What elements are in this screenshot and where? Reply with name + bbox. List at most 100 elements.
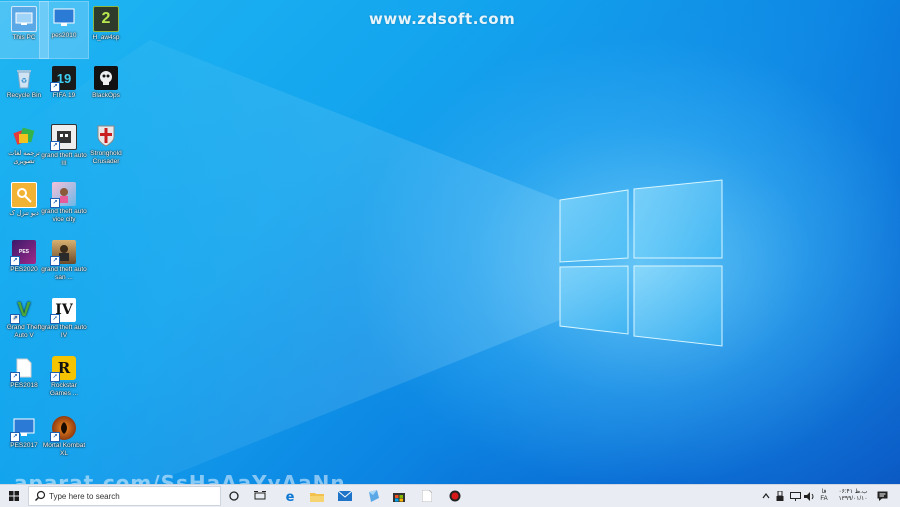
desktop-icon-gta-san-andreas[interactable]: ↗ grand theft auto san ...: [40, 236, 88, 292]
task-view-icon: [254, 491, 266, 500]
pes2017-icon: ↗: [10, 416, 36, 442]
dictionary-icon: [12, 124, 36, 148]
clock[interactable]: ۰۶:۴۱ ب.ظ ۱۳۹۹/۰۱/۱۰: [834, 485, 872, 507]
logo-pane-bottom-left: [559, 265, 629, 335]
desktop-icon-mortal-kombat[interactable]: ↗ Mortal Kombat XL: [40, 412, 88, 468]
store-button[interactable]: [388, 485, 410, 507]
desktop-icon-label: pes2010: [51, 32, 77, 39]
desktop-icon-pes2010[interactable]: pes2010: [39, 1, 89, 59]
taskbar: e فا FA ۰۶:۴۱ ب.ظ ۱۳۹۹/۰۱/۱۰: [0, 484, 900, 507]
cortana-button[interactable]: [224, 485, 244, 507]
desktop-icon-rockstar-games[interactable]: R ↗ Rockstar Games ...: [40, 352, 88, 408]
halo-icon: 2: [93, 6, 119, 32]
desktop-icon-label: H_aw4sp: [92, 34, 120, 41]
desktop-icon-label: grand theft auto IV: [41, 324, 87, 339]
overlay-watermark: aparat.com/SsHaAaYyAaNn: [14, 471, 344, 484]
document-button[interactable]: [416, 485, 438, 507]
gta-vice-city-icon: ↗: [50, 182, 76, 208]
black-ops-icon: [94, 66, 118, 90]
document-icon: [422, 490, 432, 502]
mail-button[interactable]: [334, 485, 356, 507]
cortana-circle-icon: [229, 491, 239, 501]
network-icon: [789, 491, 801, 501]
shortcut-arrow-icon: ↗: [50, 198, 60, 208]
svg-text:e: e: [286, 490, 295, 502]
task-view-button[interactable]: [250, 485, 270, 507]
app-icon: [369, 490, 379, 502]
record-icon: [449, 490, 461, 502]
gta-san-andreas-icon: ↗: [50, 240, 76, 266]
edge-button[interactable]: e: [280, 485, 300, 507]
key-icon: [11, 182, 37, 208]
desktop-icon-gta4[interactable]: IV ↗ grand theft auto IV: [40, 294, 88, 350]
tray-usb-icon: [776, 491, 784, 501]
search-input[interactable]: [49, 491, 209, 501]
tray-network-button[interactable]: [774, 485, 786, 507]
show-hidden-icons-button[interactable]: [760, 485, 772, 507]
store-icon: [393, 493, 405, 502]
clock-time: ۰۶:۴۱ ب.ظ: [838, 489, 868, 495]
logo-pane-bottom-right: [633, 265, 723, 347]
logo-pane-top-right: [633, 179, 723, 259]
recycle-bin-icon: ♻: [12, 66, 36, 90]
fifa-icon: 19 ↗: [50, 66, 76, 92]
shortcut-arrow-icon: ↗: [50, 314, 60, 324]
gta5-icon: V ↗: [10, 298, 36, 324]
shortcut-arrow-icon: ↗: [50, 372, 60, 382]
logo-pane-top-left: [559, 189, 629, 263]
desktop[interactable]: www.zdsoft.com This PC ♻ Recycle Bin ترج…: [0, 0, 900, 484]
gta4-icon: IV ↗: [50, 298, 76, 324]
shortcut-arrow-icon: ↗: [50, 256, 60, 266]
shortcut-arrow-icon: ↗: [10, 372, 20, 382]
language-indicator[interactable]: فا FA: [816, 485, 832, 507]
watermark-text: www.zdsoft.com: [369, 10, 516, 28]
mortal-kombat-icon: ↗: [50, 416, 76, 442]
action-center-button[interactable]: [874, 485, 890, 507]
shortcut-arrow-icon: ↗: [10, 314, 20, 324]
language-code: FA: [820, 496, 828, 502]
app-button[interactable]: [362, 485, 384, 507]
windows-start-icon: [9, 491, 19, 501]
clock-date: ۱۳۹۹/۰۱/۱۰: [838, 496, 868, 502]
gta3-icon: ↗: [50, 124, 77, 151]
rockstar-icon: R ↗: [50, 356, 76, 382]
stronghold-icon: [94, 124, 118, 148]
shortcut-arrow-icon: ↗: [50, 432, 60, 442]
pes2020-icon: PES ↗: [10, 240, 36, 266]
chevron-up-icon: [762, 493, 770, 499]
desktop-icon-halo[interactable]: 2 H_aw4sp: [82, 2, 130, 58]
desktop-icon-black-ops[interactable]: BlackOps: [82, 62, 130, 118]
shortcut-arrow-icon: ↗: [10, 432, 20, 442]
desktop-icon-label: BlackOps: [92, 92, 120, 99]
desktop-icon-label: Rockstar Games ...: [49, 382, 79, 397]
tray-monitor-button[interactable]: [788, 485, 802, 507]
desktop-icon-label: FIFA 19: [52, 92, 76, 99]
desktop-icon-label: grand theft auto vice city: [41, 208, 87, 223]
desktop-icon-label: grand theft auto san ...: [41, 266, 87, 281]
volume-button[interactable]: [802, 485, 816, 507]
taskbar-search-box[interactable]: [28, 486, 221, 506]
search-icon: [35, 490, 46, 501]
start-button[interactable]: [2, 485, 26, 507]
edge-icon: e: [286, 490, 295, 502]
shortcut-arrow-icon: ↗: [50, 82, 60, 92]
shortcut-arrow-icon: ↗: [50, 141, 60, 151]
pes-icon: [52, 6, 76, 30]
computer-icon: [11, 6, 37, 32]
desktop-icon-label: Stronghold Crusader: [90, 150, 122, 165]
file-explorer-button[interactable]: [306, 485, 328, 507]
language-top: فا: [821, 489, 827, 495]
desktop-icon-fifa19[interactable]: 19 ↗ FIFA 19: [40, 62, 88, 118]
desktop-icon-label: grand theft auto III: [41, 152, 87, 167]
desktop-icon-label: Mortal Kombat XL: [42, 442, 86, 457]
file-icon: ↗: [10, 356, 36, 382]
notification-icon: [877, 491, 887, 501]
wallpaper-windows-logo: [0, 40, 723, 484]
shortcut-arrow-icon: ↗: [10, 256, 20, 266]
volume-icon: [803, 491, 813, 501]
mail-icon: [338, 491, 352, 501]
desktop-icon-gta-vice-city[interactable]: ↗ grand theft auto vice city: [40, 178, 88, 234]
desktop-icon-stronghold[interactable]: Stronghold Crusader: [82, 120, 130, 176]
desktop-icon-gta3[interactable]: ↗ grand theft auto III: [40, 120, 88, 176]
recorder-button[interactable]: [444, 485, 466, 507]
